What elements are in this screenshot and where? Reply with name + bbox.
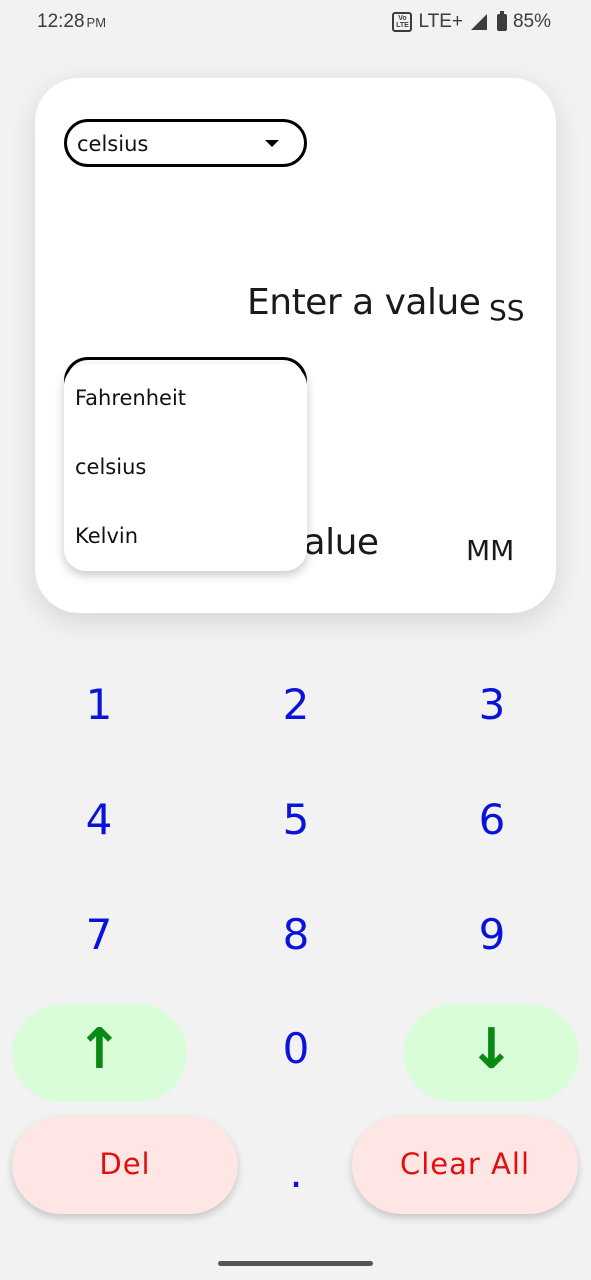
arrow-down-icon: ↓ [468, 1017, 515, 1082]
from-unit-value: celsius [77, 132, 149, 156]
clock-ampm: PM [86, 15, 107, 30]
dropdown-option-celsius[interactable]: celsius [75, 455, 146, 479]
delete-button[interactable]: Del [12, 1116, 238, 1214]
key-3[interactable]: 3 [457, 680, 527, 729]
input-value[interactable]: Enter a value [247, 282, 481, 323]
clock-time: 12:28 [37, 11, 85, 32]
key-6[interactable]: 6 [457, 795, 527, 844]
output-unit: MM [466, 534, 515, 567]
key-2[interactable]: 2 [261, 680, 331, 729]
key-5[interactable]: 5 [261, 795, 331, 844]
arrow-up-icon: ↑ [76, 1017, 123, 1082]
battery-percent: 85% [512, 11, 551, 32]
status-icons: Vo LTE LTE+ 85% [392, 10, 551, 33]
volte-icon: Vo LTE [392, 12, 413, 32]
home-indicator[interactable] [218, 1261, 373, 1266]
network-type: LTE+ [418, 11, 463, 32]
unit-dropdown-menu: Fahrenheit celsius Kelvin [64, 364, 307, 571]
dropdown-option-kelvin[interactable]: Kelvin [75, 524, 138, 548]
clock: 12:28 PM [37, 11, 106, 33]
key-7[interactable]: 7 [64, 910, 134, 959]
key-0[interactable]: 0 [261, 1024, 331, 1073]
swap-down-button[interactable]: ↓ [404, 1004, 579, 1102]
dropdown-option-fahrenheit[interactable]: Fahrenheit [75, 386, 186, 410]
clear-all-button[interactable]: Clear All [352, 1116, 578, 1214]
key-4[interactable]: 4 [64, 795, 134, 844]
from-unit-select[interactable]: celsius [64, 119, 307, 167]
key-8[interactable]: 8 [261, 910, 331, 959]
key-1[interactable]: 1 [64, 680, 134, 729]
chevron-down-icon [265, 140, 279, 147]
input-unit: SS [489, 294, 525, 327]
swap-up-button[interactable]: ↑ [12, 1004, 187, 1102]
key-9[interactable]: 9 [457, 910, 527, 959]
status-bar: 12:28 PM Vo LTE LTE+ 85% [0, 0, 591, 46]
battery-icon [496, 10, 507, 31]
key-decimal[interactable]: . [261, 1148, 331, 1197]
signal-icon [470, 14, 487, 30]
